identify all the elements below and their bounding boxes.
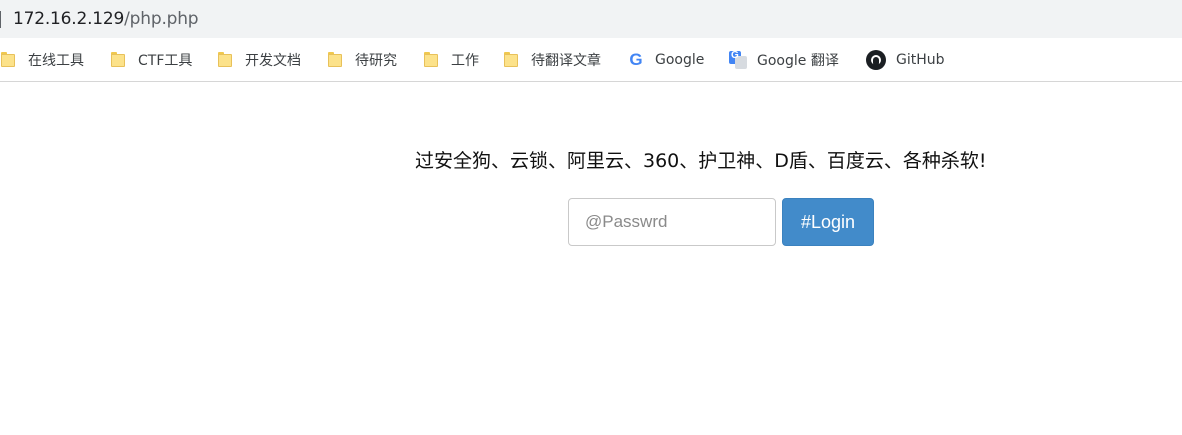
bookmark-label: GitHub <box>896 52 945 68</box>
bookmark-google[interactable]: G Google <box>627 49 704 71</box>
url-path: /php.php <box>124 9 199 29</box>
bookmark-label: Google <box>655 52 705 68</box>
folder-icon <box>503 51 521 69</box>
google-translate-icon: G <box>729 50 747 69</box>
bookmark-github[interactable]: GitHub <box>866 49 945 71</box>
bookmark-online-tools[interactable]: 在线工具 <box>0 49 84 71</box>
login-button[interactable]: #Login <box>782 198 874 246</box>
password-input[interactable] <box>568 198 776 246</box>
folder-icon <box>327 51 345 69</box>
folder-icon <box>217 51 235 69</box>
bookmark-label: 待翻译文章 <box>531 53 601 69</box>
folder-icon <box>0 51 18 69</box>
url-text[interactable]: 172.16.2.129/php.php <box>13 9 199 29</box>
bookmark-label: 待研究 <box>355 53 397 69</box>
bookmark-work[interactable]: 工作 <box>423 49 479 71</box>
bookmark-to-translate[interactable]: 待翻译文章 <box>503 49 601 71</box>
bookmark-label: CTF工具 <box>138 53 193 69</box>
bookmark-dev-docs[interactable]: 开发文档 <box>217 49 301 71</box>
bookmark-ctf-tools[interactable]: CTF工具 <box>110 49 192 71</box>
google-icon: G <box>629 50 643 69</box>
bookmark-to-research[interactable]: 待研究 <box>327 49 397 71</box>
page-slogan: 过安全狗、云锁、阿里云、360、护卫神、D盾、百度云、各种杀软! <box>415 150 987 172</box>
bookmark-label: 工作 <box>451 53 479 69</box>
github-icon <box>866 50 886 70</box>
bookmark-label: 开发文档 <box>245 53 301 69</box>
folder-icon <box>423 51 441 69</box>
address-bar[interactable]: 172.16.2.129/php.php <box>0 0 1182 38</box>
bookmark-label: Google 翻译 <box>757 53 839 69</box>
url-host: 172.16.2.129 <box>13 9 125 29</box>
folder-icon <box>110 51 128 69</box>
bookmark-google-translate[interactable]: G Google 翻译 <box>729 49 839 71</box>
text-cursor <box>0 11 1 28</box>
bookmarks-bar: 在线工具 CTF工具 开发文档 待研究 工作 待翻译文章 G Google G … <box>0 38 1182 82</box>
bookmark-label: 在线工具 <box>28 53 84 69</box>
